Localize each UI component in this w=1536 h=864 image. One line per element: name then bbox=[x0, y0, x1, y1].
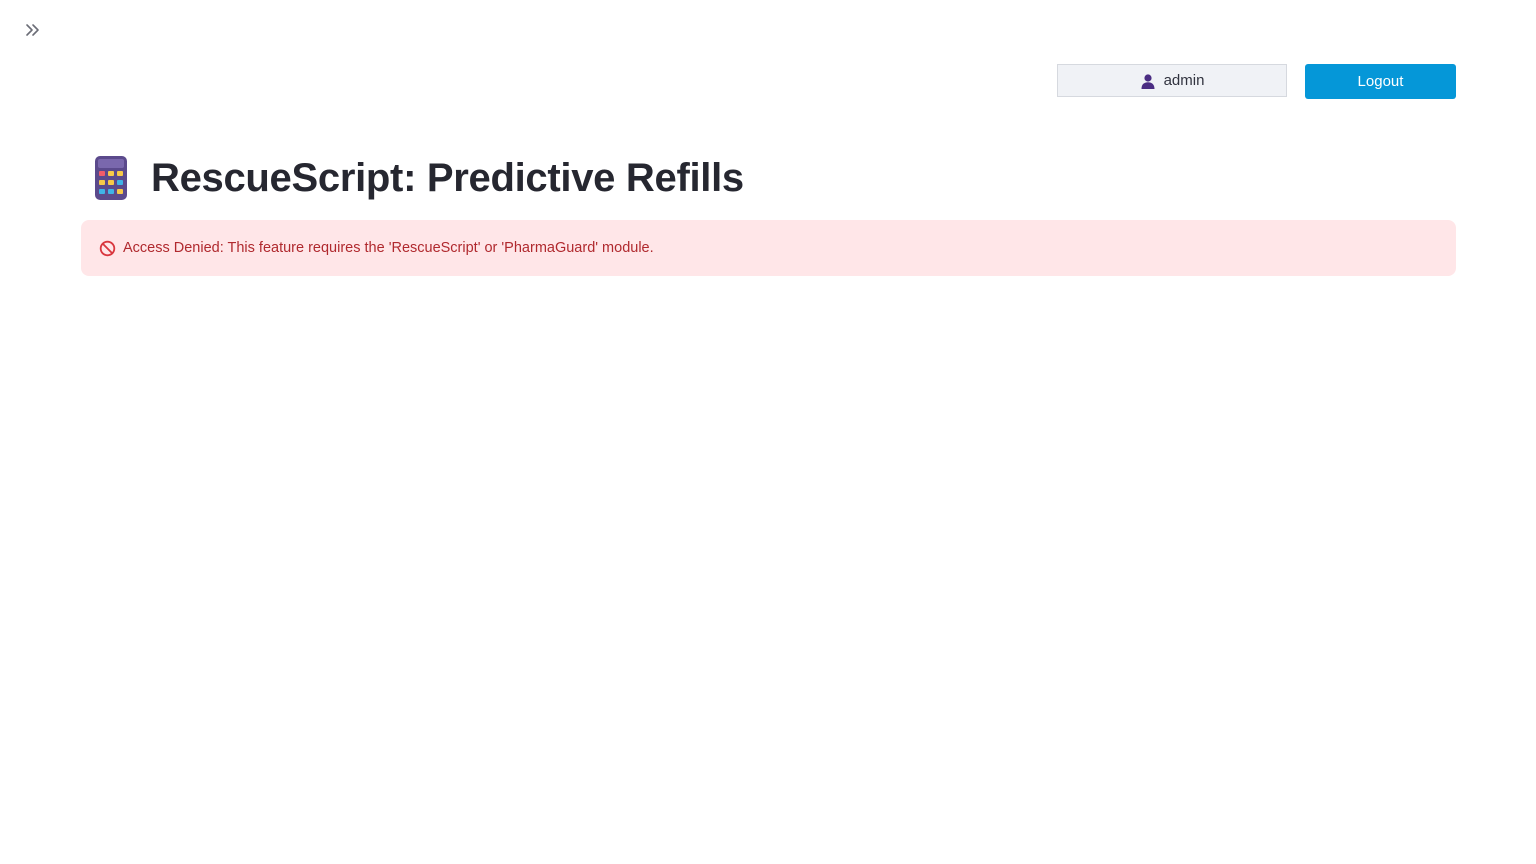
calculator-icon bbox=[93, 155, 129, 201]
sidebar-expand-button[interactable] bbox=[22, 19, 44, 41]
current-user-chip: admin bbox=[1057, 64, 1287, 97]
app-page: admin Logout RescueScript: Predictive Re… bbox=[0, 0, 1536, 864]
no-entry-icon bbox=[99, 240, 116, 257]
logout-button[interactable]: Logout bbox=[1305, 64, 1456, 99]
access-denied-alert: Access Denied: This feature requires the… bbox=[81, 220, 1456, 276]
chevron-double-right-icon bbox=[25, 23, 41, 37]
page-title: RescueScript: Predictive Refills bbox=[151, 155, 744, 200]
user-icon bbox=[1140, 73, 1156, 89]
alert-message: Access Denied: This feature requires the… bbox=[123, 240, 654, 256]
page-header: RescueScript: Predictive Refills bbox=[93, 150, 744, 206]
user-name: admin bbox=[1163, 72, 1205, 89]
